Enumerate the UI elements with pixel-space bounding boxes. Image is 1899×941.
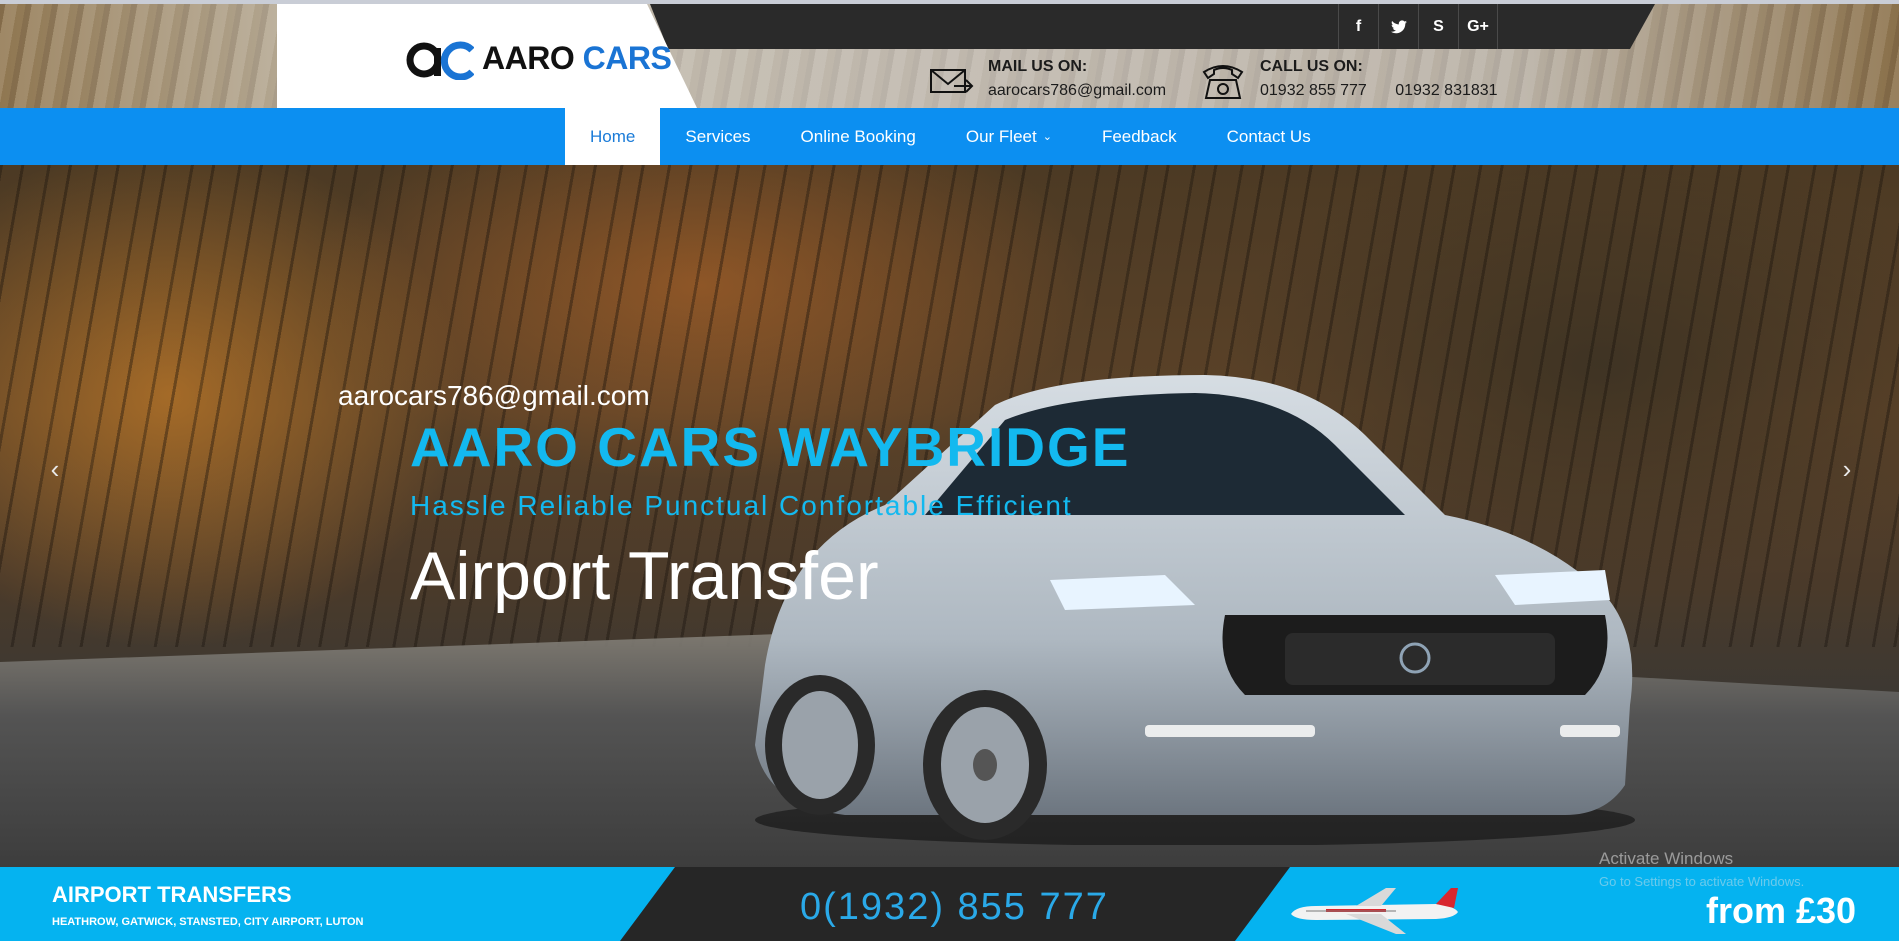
nav-item-online-booking[interactable]: Online Booking <box>776 108 941 165</box>
chevron-down-icon: ⌄ <box>1042 131 1052 143</box>
telephone-icon <box>1202 65 1244 99</box>
facebook-icon[interactable]: f <box>1338 4 1378 49</box>
nav-label-our-fleet: Our Fleet <box>965 126 1037 146</box>
call-contact: CALL US ON: 01932 855 777 01932 831831 <box>1200 56 1498 102</box>
mail-contact: MAIL US ON: aarocars786@gmail.com <box>928 56 1166 102</box>
top-border <box>0 0 1899 4</box>
nav-label-feedback: Feedback <box>1101 126 1177 146</box>
hero-headline: Airport Transfer <box>410 538 879 614</box>
twitter-bird-icon <box>1390 19 1407 33</box>
mail-envelope-icon <box>930 69 974 93</box>
skype-icon[interactable]: S <box>1418 4 1458 49</box>
phone-number-1[interactable]: 01932 855 777 <box>1260 82 1367 99</box>
nav-item-our-fleet[interactable]: Our Fleet ⌄ <box>941 108 1077 165</box>
nav-label-contact-us: Contact Us <box>1226 126 1311 146</box>
airport-list: HEATHROW, GATWICK, STANSTED, CITY AIRPOR… <box>52 916 364 928</box>
mail-address[interactable]: aarocars786@gmail.com <box>988 80 1166 102</box>
nav-label-services: Services <box>685 126 751 146</box>
slider-next-arrow[interactable]: › <box>1832 454 1862 485</box>
social-bar <box>650 4 1655 49</box>
google-plus-icon[interactable]: G+ <box>1458 4 1498 49</box>
logo-word-cars: CARS <box>582 39 672 76</box>
logo-text: AARO CARS <box>482 39 672 77</box>
slider-prev-arrow[interactable]: ‹ <box>40 454 70 485</box>
logo[interactable]: AARO CARS <box>406 36 672 80</box>
logo-mark-icon <box>406 41 474 80</box>
booking-phone[interactable]: 0(1932) 855 777 <box>800 886 1109 929</box>
logo-word-aaro: AARO <box>482 39 575 76</box>
phone-number-2[interactable]: 01932 831831 <box>1395 82 1497 99</box>
price-from: from £30 <box>1706 890 1857 931</box>
nav-label-online-booking: Online Booking <box>800 126 916 146</box>
social-links: f S G+ <box>1338 4 1498 49</box>
hero-email[interactable]: aarocars786@gmail.com <box>338 380 650 412</box>
nav-item-contact-us[interactable]: Contact Us <box>1202 108 1336 165</box>
activate-windows-hint: Go to Settings to activate Windows. <box>1599 874 1805 889</box>
nav-item-services[interactable]: Services <box>660 108 775 165</box>
airport-transfers-title: AIRPORT TRANSFERS <box>52 882 292 907</box>
main-nav: Home Services Online Booking Our Fleet ⌄… <box>0 108 1899 165</box>
nav-label-home: Home <box>590 126 636 146</box>
airplane-icon <box>1291 888 1458 934</box>
twitter-icon[interactable] <box>1378 4 1418 49</box>
nav-item-home[interactable]: Home <box>565 108 661 165</box>
call-title: CALL US ON: <box>1260 58 1363 75</box>
hero-subtitle: Hassle Reliable Punctual Confortable Eff… <box>410 490 1073 521</box>
hero-title: AARO CARS WAYBRIDGE <box>410 416 1131 478</box>
activate-windows-title: Activate Windows <box>1599 849 1734 868</box>
nav-item-feedback[interactable]: Feedback <box>1077 108 1202 165</box>
mail-title: MAIL US ON: <box>988 58 1088 75</box>
nav-menu: Home Services Online Booking Our Fleet ⌄… <box>565 108 1336 165</box>
phone-numbers: 01932 855 777 01932 831831 <box>1260 80 1498 102</box>
